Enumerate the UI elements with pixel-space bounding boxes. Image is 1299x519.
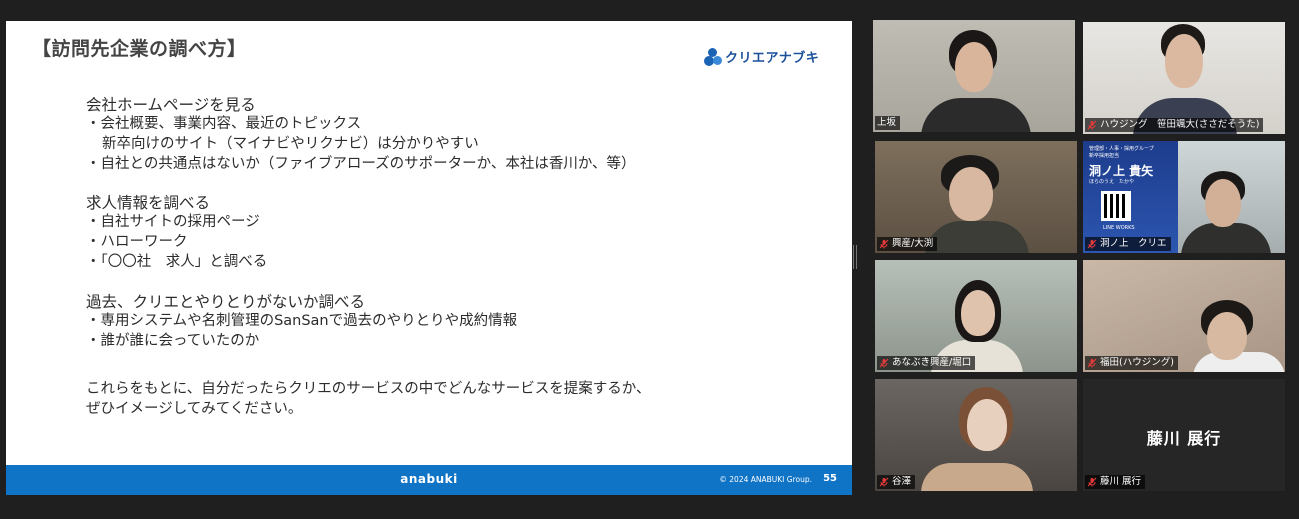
company-logo: クリエアナブキ: [704, 47, 819, 66]
participant-nameplate: あなぶき興産/堀口: [877, 356, 976, 370]
qr-label: LINE WORKS: [1103, 225, 1135, 231]
participant-nameplate: 上坂: [875, 116, 901, 130]
banner-name: 洞ノ上 貴矢: [1089, 164, 1154, 178]
logo-text: クリエアナブキ: [725, 51, 820, 66]
footer-copyright: © 2024 ANABUKI Group.: [719, 475, 812, 484]
participant-nameplate: 福田(ハウジング): [1085, 356, 1178, 370]
page-number: 55: [823, 473, 837, 484]
participant-tile[interactable]: 藤川 展行 藤川 展行: [1083, 379, 1285, 491]
shared-slide: 【訪問先企業の調べ方】 クリエアナブキ 会社ホームページを見る ・会社概要、事業…: [6, 21, 852, 495]
list-item: ・専用システムや名刺管理のSanSanで過去のやりとりや成約情報: [86, 312, 518, 329]
participant-tile[interactable]: ハウジング 笹田颯大(ささだそうた): [1083, 22, 1285, 134]
list-item: ・「〇〇社 求人」と調べる: [86, 253, 268, 270]
list-item: ・会社概要、事業内容、最近のトピックス: [86, 116, 362, 132]
logo-mark-icon: [704, 47, 722, 66]
mic-muted-icon: [1087, 358, 1097, 368]
banner-dept: 管理部・人事・採用グループ: [1089, 146, 1154, 152]
section-heading: 求人情報を調べる: [86, 194, 211, 213]
list-item: ・自社との共通点はないか（ファイブアローズのサポーターか、本社は香川か、等）: [86, 155, 636, 172]
participant-nameplate: ハウジング 笹田颯大(ささだそうた): [1085, 118, 1264, 132]
panel-resize-handle[interactable]: [853, 245, 858, 269]
participant-name: 上坂: [877, 117, 897, 128]
slide-body: 会社ホームページを見る ・会社概要、事業内容、最近のトピックス 新卒向けのサイト…: [86, 95, 826, 420]
participant-name: 興産/大渕: [892, 238, 934, 249]
closing-line: これらをもとに、自分だったらクリエのサービスの中でどんなサービスを提案するか、: [86, 381, 651, 398]
participant-name: 谷澤: [892, 476, 912, 487]
closing-line: ぜひイメージしてみてください。: [86, 401, 303, 418]
slide-footer: anabuki © 2024 ANABUKI Group. 55: [6, 465, 852, 495]
participant-tile[interactable]: あなぶき興産/堀口: [875, 260, 1077, 372]
participant-nameplate: 洞ノ上 クリエ: [1085, 237, 1171, 251]
banner-reading: ほらのうえ たかや: [1089, 179, 1135, 185]
participant-tile[interactable]: 管理部・人事・採用グループ 新卒採用担当 洞ノ上 貴矢 ほらのうえ たかや LI…: [1083, 141, 1285, 253]
list-item: 新卒向けのサイト（マイナビやリクナビ）は分かりやすい: [102, 135, 479, 152]
section-heading: 会社ホームページを見る: [86, 96, 256, 114]
participant-name: あなぶき興産/堀口: [892, 357, 972, 368]
banner-role: 新卒採用担当: [1089, 153, 1120, 159]
mic-muted-icon: [879, 477, 889, 487]
mic-muted-icon: [1087, 120, 1097, 130]
participant-tile[interactable]: 福田(ハウジング): [1083, 260, 1285, 372]
list-item: ・ハローワーク: [86, 234, 188, 251]
list-item: ・誰が誰に会っていたのか: [86, 332, 260, 349]
participant-tile[interactable]: 上坂: [873, 20, 1075, 132]
qr-code-icon: [1101, 191, 1131, 221]
participant-display-name: 藤川 展行: [1146, 429, 1222, 448]
participant-name: ハウジング 笹田颯大(ささだそうた): [1100, 119, 1260, 130]
mic-muted-icon: [879, 358, 889, 368]
participant-nameplate: 藤川 展行: [1085, 475, 1146, 489]
participant-nameplate: 谷澤: [877, 475, 916, 489]
participant-name: 藤川 展行: [1100, 476, 1142, 487]
section-heading: 過去、クリエとやりとりがないか調べる: [86, 292, 366, 311]
mic-muted-icon: [879, 239, 889, 249]
participant-tile[interactable]: 興産/大渕: [875, 141, 1077, 253]
participant-name: 洞ノ上 クリエ: [1100, 238, 1167, 249]
slide-title: 【訪問先企業の調べ方】: [32, 38, 247, 60]
participant-nameplate: 興産/大渕: [877, 237, 938, 251]
participant-name: 福田(ハウジング): [1100, 357, 1174, 368]
mic-muted-icon: [1087, 477, 1097, 487]
participant-tile[interactable]: 谷澤: [875, 379, 1077, 491]
mic-muted-icon: [1087, 239, 1097, 249]
list-item: ・自社サイトの採用ページ: [86, 214, 260, 231]
